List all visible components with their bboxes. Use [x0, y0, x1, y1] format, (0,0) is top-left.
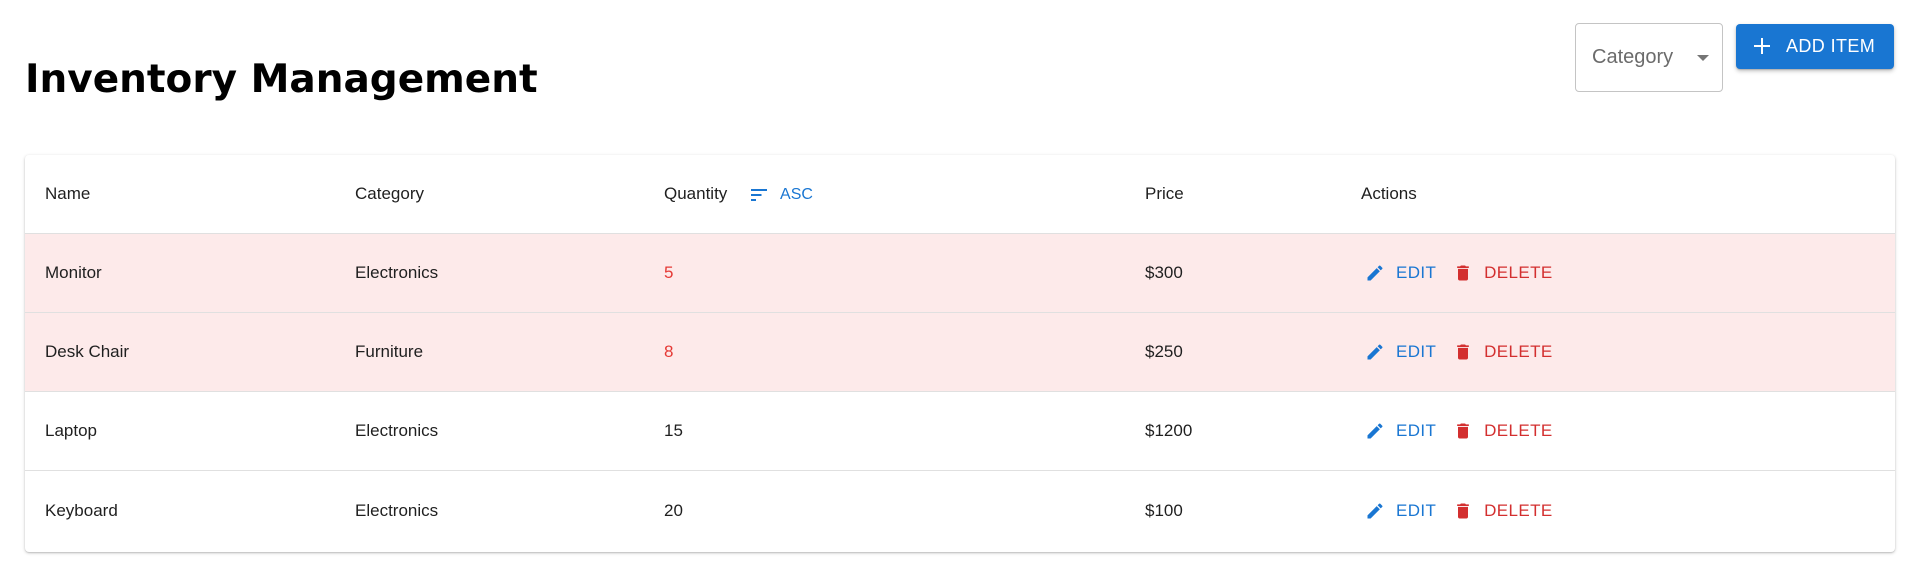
column-header-actions: Actions: [1341, 155, 1895, 234]
cell-quantity: 15: [644, 391, 1125, 471]
cell-price: $250: [1125, 312, 1341, 392]
pencil-icon: [1367, 423, 1383, 439]
column-header-quantity: Quantity ASC: [644, 155, 1125, 234]
trash-icon: [1457, 265, 1469, 281]
edit-button[interactable]: EDIT: [1365, 263, 1436, 283]
cell-actions: EDIT DELETE: [1341, 471, 1895, 551]
delete-button[interactable]: DELETE: [1453, 501, 1553, 521]
cell-quantity: 20: [664, 500, 683, 520]
edit-button[interactable]: EDIT: [1365, 421, 1436, 441]
cell-price: $300: [1125, 233, 1341, 313]
cell-category: Furniture: [335, 312, 644, 392]
pencil-icon: [1367, 503, 1383, 519]
table-row: Desk Chair Furniture 8 $250 EDIT DELETE: [25, 312, 1895, 392]
delete-label: DELETE: [1484, 263, 1553, 283]
sort-direction-label: ASC: [780, 185, 813, 203]
inventory-table-card: Name Category Quantity ASC Price Actions…: [25, 155, 1895, 552]
cell-category: Electronics: [355, 500, 439, 520]
table-header-row: Name Category Quantity ASC Price Actions: [25, 155, 1895, 234]
edit-button[interactable]: EDIT: [1365, 501, 1436, 521]
trash-icon: [1457, 503, 1469, 519]
page-title: Inventory Management: [25, 57, 538, 102]
cell-price: $100: [1145, 500, 1183, 520]
cell-price: $1200: [1125, 391, 1341, 471]
pencil-icon: [1367, 265, 1383, 281]
delete-button[interactable]: DELETE: [1453, 421, 1553, 441]
plus-icon: [1754, 38, 1770, 54]
trash-icon: [1457, 344, 1469, 360]
table-row: Keyboard Electronics 20 $100 EDIT DELETE: [25, 471, 1895, 551]
cell-quantity: 8: [644, 312, 1125, 392]
column-header-name: Name: [25, 155, 335, 234]
table-row: Monitor Electronics 5 $300 EDIT DELETE: [25, 233, 1895, 313]
arrow-drop-down-icon: [1697, 55, 1709, 61]
cell-name: Keyboard: [45, 500, 118, 520]
cell-name: Monitor: [25, 233, 335, 313]
cell-quantity: 5: [644, 233, 1125, 313]
category-select-label: Category: [1592, 46, 1674, 68]
edit-label: EDIT: [1396, 263, 1437, 283]
delete-button[interactable]: DELETE: [1453, 263, 1553, 283]
edit-button[interactable]: EDIT: [1365, 342, 1436, 362]
column-header-label: Quantity: [664, 184, 728, 203]
cell-actions: EDIT DELETE: [1341, 391, 1895, 471]
delete-label: DELETE: [1484, 342, 1553, 362]
sort-icon: [751, 188, 768, 201]
edit-label: EDIT: [1396, 342, 1437, 362]
add-item-button[interactable]: ADD ITEM: [1736, 24, 1894, 69]
add-item-label: ADD ITEM: [1786, 36, 1876, 56]
pencil-icon: [1367, 344, 1383, 360]
column-header-label: Actions: [1361, 184, 1417, 203]
cell-category: Electronics: [335, 233, 644, 313]
column-header-label: Category: [355, 184, 424, 203]
cell-name: Desk Chair: [25, 312, 335, 392]
cell-actions: EDIT DELETE: [1341, 233, 1895, 313]
sort-toggle-button[interactable]: ASC: [750, 186, 813, 204]
cell-name: Laptop: [25, 391, 335, 471]
inventory-table: Name Category Quantity ASC Price Actions…: [25, 155, 1895, 550]
edit-label: EDIT: [1396, 421, 1437, 441]
category-select[interactable]: Category: [1575, 23, 1723, 92]
cell-category: Electronics: [335, 391, 644, 471]
delete-label: DELETE: [1484, 500, 1553, 520]
delete-button[interactable]: DELETE: [1453, 342, 1553, 362]
inventory-page: Inventory Management Category ADD ITEM N…: [0, 0, 1912, 577]
column-header-price: Price: [1125, 155, 1341, 234]
table-row: Laptop Electronics 15 $1200 EDIT DELETE: [25, 391, 1895, 471]
trash-icon: [1457, 423, 1469, 439]
column-header-category: Category: [335, 155, 644, 234]
delete-label: DELETE: [1484, 421, 1553, 441]
column-header-label: Name: [45, 184, 91, 203]
cell-actions: EDIT DELETE: [1341, 312, 1895, 392]
edit-label: EDIT: [1396, 500, 1437, 520]
column-header-label: Price: [1145, 184, 1184, 203]
